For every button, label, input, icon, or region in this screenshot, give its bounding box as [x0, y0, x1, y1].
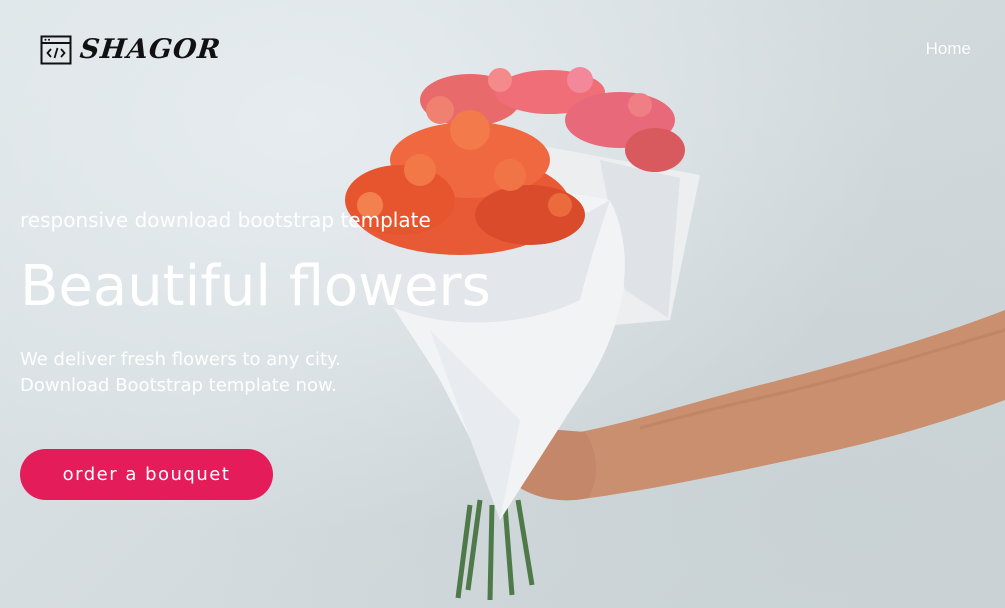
hero-description: We deliver fresh flowers to any city. Do…	[20, 347, 491, 399]
code-window-icon	[40, 35, 72, 64]
nav-home-link[interactable]: Home	[926, 39, 971, 59]
order-bouquet-button[interactable]: order a bouquet	[20, 449, 273, 500]
brand-name: SHAGOR	[78, 34, 223, 65]
hero-title: Beautiful flowers	[20, 254, 491, 319]
brand-logo[interactable]: SHAGOR	[40, 34, 223, 65]
hero-description-line-1: We deliver fresh flowers to any city.	[20, 349, 341, 370]
hero-subtitle: responsive download bootstrap template	[20, 208, 431, 232]
hero-description-line-2: Download Bootstrap template now.	[20, 375, 337, 396]
hero-content: responsive download bootstrap template B…	[20, 205, 491, 399]
navbar: SHAGOR Home	[0, 0, 1005, 100]
